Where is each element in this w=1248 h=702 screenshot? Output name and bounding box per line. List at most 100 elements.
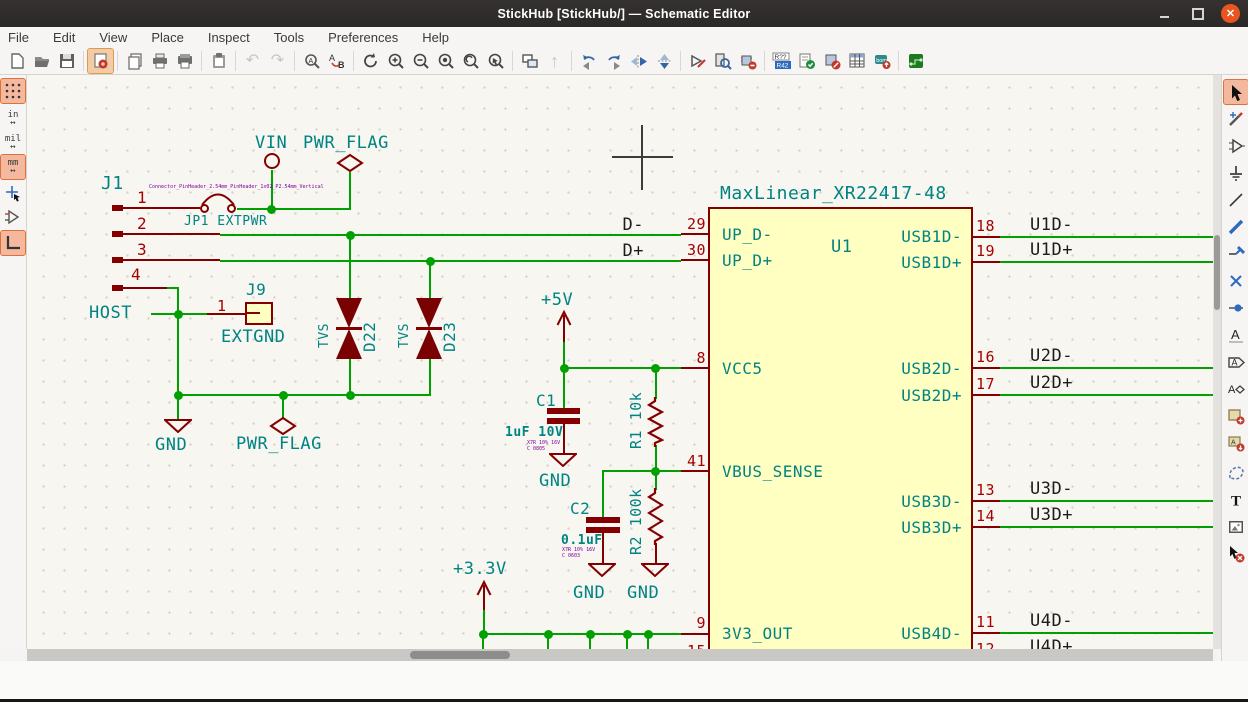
capacitor-c1[interactable] bbox=[547, 418, 580, 424]
mirror-vertical-icon[interactable] bbox=[651, 49, 676, 73]
symbol-library-browser-icon[interactable] bbox=[710, 49, 735, 73]
pin-line[interactable] bbox=[563, 424, 565, 455]
vin-label[interactable]: VIN bbox=[255, 133, 287, 153]
junction-dot[interactable] bbox=[267, 205, 276, 214]
net-label-icon[interactable]: A bbox=[1224, 323, 1248, 347]
wire[interactable] bbox=[349, 234, 351, 298]
maximize-button[interactable] bbox=[1188, 4, 1207, 23]
net-label-u4dp[interactable]: U4D+ bbox=[1030, 637, 1073, 649]
gnd-symbol[interactable] bbox=[164, 419, 192, 433]
edit-footprint-links-icon[interactable] bbox=[735, 49, 760, 73]
draw-bus-icon[interactable] bbox=[1224, 215, 1248, 239]
draw-shape-icon[interactable] bbox=[1224, 461, 1248, 485]
menu-edit[interactable]: Edit bbox=[53, 30, 75, 45]
units-inches-icon[interactable]: in↔ bbox=[1, 107, 25, 131]
d23-value[interactable]: TVS bbox=[397, 300, 412, 348]
hierarchy-navigator-icon[interactable] bbox=[517, 49, 542, 73]
wire[interactable] bbox=[563, 368, 565, 408]
pin-line[interactable] bbox=[973, 261, 1000, 263]
pin-line[interactable] bbox=[123, 259, 220, 261]
wire[interactable] bbox=[177, 287, 179, 396]
junction-icon[interactable] bbox=[1224, 296, 1248, 320]
tvs-diode-d22[interactable] bbox=[336, 329, 362, 359]
r2-label[interactable]: R2 100k bbox=[627, 479, 645, 555]
minimize-button[interactable] bbox=[1155, 4, 1174, 23]
net-label-u3dp[interactable]: U3D+ bbox=[1030, 505, 1073, 525]
gnd-c2-label[interactable]: GND bbox=[573, 583, 605, 603]
menu-place[interactable]: Place bbox=[151, 30, 184, 45]
plot-icon[interactable] bbox=[172, 49, 197, 73]
p3v3-arrow-symbol[interactable] bbox=[476, 579, 492, 609]
resistor-r1[interactable] bbox=[647, 397, 664, 447]
wire[interactable] bbox=[602, 470, 682, 472]
gnd-c1-label[interactable]: GND bbox=[539, 471, 571, 491]
global-label-icon[interactable]: A bbox=[1224, 350, 1248, 374]
hv-line-mode-icon[interactable] bbox=[1, 231, 25, 255]
junction-dot[interactable] bbox=[174, 310, 183, 319]
open-pcb-editor-icon[interactable] bbox=[903, 49, 928, 73]
wire[interactable] bbox=[602, 471, 604, 517]
wire[interactable] bbox=[1000, 632, 1213, 634]
show-hidden-pins-icon[interactable] bbox=[1, 205, 25, 229]
pin-line[interactable] bbox=[973, 526, 1000, 528]
junction-dot[interactable] bbox=[346, 231, 355, 240]
pin-line[interactable] bbox=[123, 287, 167, 289]
pin-line[interactable] bbox=[681, 470, 708, 472]
gnd-r2-label[interactable]: GND bbox=[627, 583, 659, 603]
pwr-flag-top-symbol[interactable] bbox=[336, 153, 364, 175]
tvs-diode-d22[interactable] bbox=[336, 298, 362, 328]
pwr-flag-bottom-label[interactable]: PWR_FLAG bbox=[236, 434, 322, 454]
jp1-arc[interactable] bbox=[198, 187, 238, 207]
d22-reference[interactable]: D22 bbox=[360, 298, 379, 352]
pin-line[interactable] bbox=[681, 259, 708, 261]
junction-dot[interactable] bbox=[479, 630, 488, 639]
j9-reference[interactable]: J9 bbox=[246, 280, 266, 299]
new-schematic-icon[interactable] bbox=[4, 49, 29, 73]
grid-toggle-icon[interactable] bbox=[1, 79, 25, 103]
junction-dot[interactable] bbox=[644, 630, 653, 639]
erc-icon[interactable] bbox=[794, 49, 819, 73]
place-symbol-icon[interactable] bbox=[1224, 134, 1248, 158]
junction-dot[interactable] bbox=[544, 630, 553, 639]
close-button[interactable]: ✕ bbox=[1221, 4, 1240, 23]
no-connect-icon[interactable] bbox=[1224, 269, 1248, 293]
c2-reference[interactable]: C2 bbox=[570, 499, 590, 518]
r1-label[interactable]: R1 10k bbox=[627, 385, 645, 449]
p5v-label[interactable]: +5V bbox=[541, 290, 573, 310]
save-icon[interactable] bbox=[54, 49, 79, 73]
vertical-scrollbar-thumb[interactable] bbox=[1214, 235, 1220, 310]
menu-tools[interactable]: Tools bbox=[274, 30, 304, 45]
highlight-net-icon[interactable] bbox=[1224, 107, 1248, 131]
find-icon[interactable]: A bbox=[299, 49, 324, 73]
j9-value[interactable]: EXTGND bbox=[221, 327, 285, 347]
schematic-canvas[interactable]: J1 Connector_PinHeader_2.54mm_PinHeader_… bbox=[27, 75, 1213, 649]
hierarchical-sheet-icon[interactable] bbox=[1224, 404, 1248, 428]
wire[interactable] bbox=[271, 170, 273, 210]
c1-reference[interactable]: C1 bbox=[536, 391, 556, 410]
wire[interactable] bbox=[429, 359, 431, 396]
bus-entry-icon[interactable] bbox=[1224, 242, 1248, 266]
junction-dot[interactable] bbox=[586, 630, 595, 639]
d22-value[interactable]: TVS bbox=[317, 300, 332, 348]
zoom-selection-icon[interactable] bbox=[483, 49, 508, 73]
p5v-arrow-symbol[interactable] bbox=[556, 309, 572, 339]
junction-dot[interactable] bbox=[560, 364, 569, 373]
gnd-left-label[interactable]: GND bbox=[155, 435, 187, 455]
gnd-symbol[interactable] bbox=[549, 453, 577, 467]
zoom-fit-icon[interactable] bbox=[433, 49, 458, 73]
open-schematic-icon[interactable] bbox=[29, 49, 54, 73]
zoom-out-icon[interactable] bbox=[408, 49, 433, 73]
vertical-scrollbar[interactable] bbox=[1213, 75, 1221, 649]
paste-icon[interactable] bbox=[206, 49, 231, 73]
place-power-icon[interactable] bbox=[1224, 161, 1248, 185]
horizontal-scrollbar-thumb[interactable] bbox=[410, 651, 510, 659]
wire[interactable] bbox=[178, 394, 431, 396]
vin-symbol[interactable] bbox=[264, 153, 280, 169]
pin-line[interactable] bbox=[655, 543, 657, 565]
menu-help[interactable]: Help bbox=[422, 30, 449, 45]
pin-line[interactable] bbox=[973, 236, 1000, 238]
assign-footprints-icon[interactable] bbox=[819, 49, 844, 73]
pin-line[interactable] bbox=[681, 367, 708, 369]
rotate-ccw-icon[interactable] bbox=[576, 49, 601, 73]
units-mm-icon[interactable]: mm↔ bbox=[1, 155, 25, 179]
